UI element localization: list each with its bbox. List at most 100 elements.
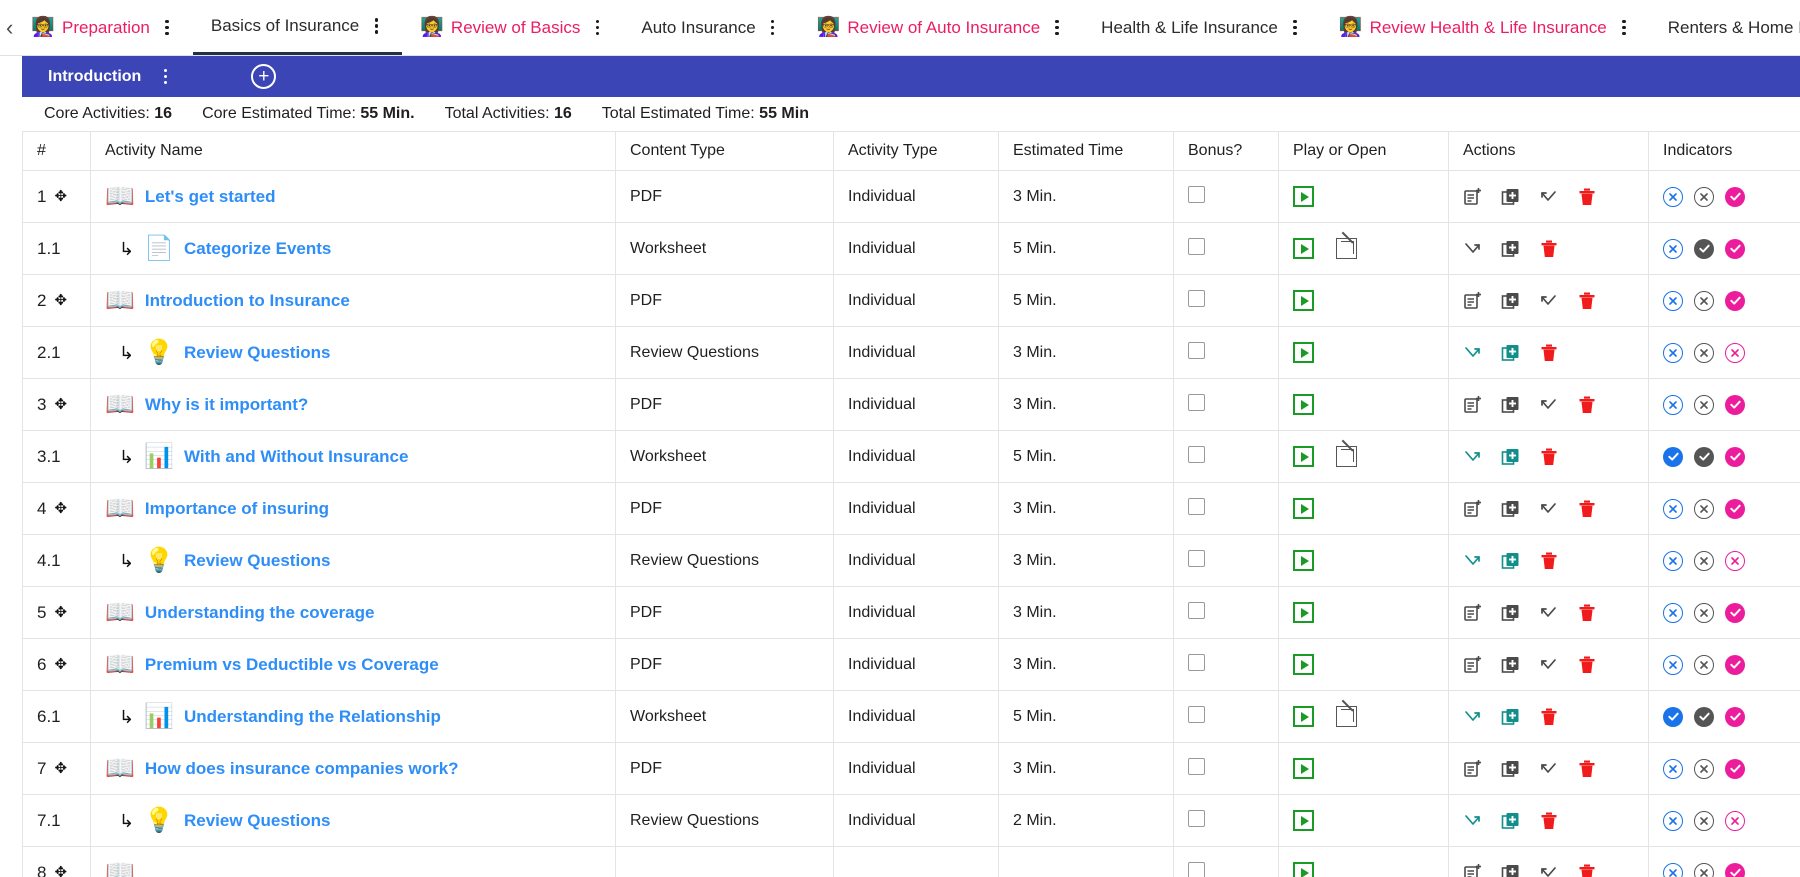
outdent-arrow-icon[interactable] — [1463, 239, 1483, 259]
course-tab-health-life-insurance[interactable]: Health & Life Insurance — [1083, 0, 1321, 55]
open-external-button[interactable] — [1336, 238, 1357, 259]
activity-name-link[interactable]: Introduction to Insurance — [145, 291, 350, 311]
indicator-x-gray[interactable] — [1694, 186, 1714, 207]
play-button[interactable] — [1293, 810, 1314, 831]
drag-handle-icon[interactable]: ✥ — [54, 189, 67, 204]
section-tab-menu-icon[interactable] — [157, 66, 173, 88]
indicator-check-pink[interactable] — [1725, 186, 1745, 207]
delete-icon[interactable] — [1577, 603, 1597, 623]
indicator-check-gray[interactable] — [1694, 706, 1714, 727]
indicator-x-gray[interactable] — [1694, 498, 1714, 519]
bonus-checkbox[interactable] — [1188, 601, 1205, 619]
indicator-x-blue[interactable] — [1663, 550, 1683, 571]
bonus-checkbox[interactable] — [1188, 393, 1205, 411]
bonus-checkbox[interactable] — [1188, 809, 1205, 827]
course-tab-menu-icon[interactable] — [159, 17, 175, 39]
duplicate-icon[interactable] — [1501, 811, 1521, 831]
course-tab-menu-icon[interactable] — [1049, 17, 1065, 39]
indicator-x-gray[interactable] — [1694, 394, 1714, 415]
bonus-checkbox[interactable] — [1188, 549, 1205, 567]
drag-handle-icon[interactable]: ✥ — [54, 397, 67, 412]
delete-icon[interactable] — [1577, 863, 1597, 877]
activity-name-link[interactable]: With and Without Insurance — [184, 447, 408, 467]
indent-arrow-icon[interactable] — [1539, 655, 1559, 675]
indent-arrow-icon[interactable] — [1539, 603, 1559, 623]
duplicate-icon[interactable] — [1501, 551, 1521, 571]
course-tab-review-of-basics[interactable]: 👩‍🏫 Review of Basics — [402, 0, 623, 55]
indicator-x-gray[interactable] — [1694, 290, 1714, 311]
indent-arrow-icon[interactable] — [1539, 395, 1559, 415]
activity-name-link[interactable]: Importance of insuring — [145, 499, 329, 519]
indicator-x-blue[interactable] — [1663, 342, 1683, 363]
indicator-x-gray[interactable] — [1694, 342, 1714, 363]
indicator-x-blue[interactable] — [1663, 290, 1683, 311]
add-note-icon[interactable] — [1463, 187, 1483, 207]
outdent-arrow-icon[interactable] — [1463, 707, 1483, 727]
delete-icon[interactable] — [1539, 239, 1559, 259]
drag-handle-icon[interactable]: ✥ — [54, 657, 67, 672]
course-tab-menu-icon[interactable] — [368, 15, 384, 37]
indicator-x-gray[interactable] — [1694, 602, 1714, 623]
play-button[interactable] — [1293, 186, 1314, 207]
indicator-x-gray[interactable] — [1694, 654, 1714, 675]
play-button[interactable] — [1293, 394, 1314, 415]
add-note-icon[interactable] — [1463, 499, 1483, 519]
delete-icon[interactable] — [1539, 447, 1559, 467]
activity-name-link[interactable]: How does insurance companies work? — [145, 759, 459, 779]
delete-icon[interactable] — [1539, 343, 1559, 363]
course-tab-menu-icon[interactable] — [765, 17, 781, 39]
activity-name-link[interactable]: Categorize Events — [184, 239, 331, 259]
activity-name-link[interactable]: Review Questions — [184, 551, 330, 571]
indicator-x-gray[interactable] — [1694, 550, 1714, 571]
indicator-check-pink[interactable] — [1725, 602, 1745, 623]
duplicate-icon[interactable] — [1501, 863, 1521, 877]
indicator-x-blue[interactable] — [1663, 862, 1683, 877]
play-button[interactable] — [1293, 706, 1314, 727]
duplicate-icon[interactable] — [1501, 603, 1521, 623]
open-external-button[interactable] — [1336, 706, 1357, 727]
delete-icon[interactable] — [1577, 655, 1597, 675]
delete-icon[interactable] — [1577, 291, 1597, 311]
drag-handle-icon[interactable]: ✥ — [54, 865, 67, 877]
add-note-icon[interactable] — [1463, 759, 1483, 779]
indent-arrow-icon[interactable] — [1539, 863, 1559, 877]
indicator-x-blue[interactable] — [1663, 186, 1683, 207]
indicator-x-blue[interactable] — [1663, 394, 1683, 415]
play-button[interactable] — [1293, 498, 1314, 519]
add-note-icon[interactable] — [1463, 655, 1483, 675]
course-tab-menu-icon[interactable] — [1616, 17, 1632, 39]
delete-icon[interactable] — [1539, 811, 1559, 831]
delete-icon[interactable] — [1577, 395, 1597, 415]
activity-name-link[interactable]: Premium vs Deductible vs Coverage — [145, 655, 439, 675]
duplicate-icon[interactable] — [1501, 499, 1521, 519]
open-external-button[interactable] — [1336, 446, 1357, 467]
delete-icon[interactable] — [1539, 551, 1559, 571]
indicator-check-gray[interactable] — [1694, 238, 1714, 259]
indicator-check-pink[interactable] — [1725, 498, 1745, 519]
indicator-check-pink[interactable] — [1725, 758, 1745, 779]
duplicate-icon[interactable] — [1501, 343, 1521, 363]
duplicate-icon[interactable] — [1501, 655, 1521, 675]
add-note-icon[interactable] — [1463, 863, 1483, 877]
bonus-checkbox[interactable] — [1188, 445, 1205, 463]
indent-arrow-icon[interactable] — [1539, 759, 1559, 779]
activity-name-link[interactable]: Understanding the Relationship — [184, 707, 441, 727]
indicator-x-blue[interactable] — [1663, 498, 1683, 519]
duplicate-icon[interactable] — [1501, 239, 1521, 259]
course-tab-review-health-life-insurance[interactable]: 👩‍🏫 Review Health & Life Insurance — [1321, 0, 1650, 55]
indicator-x-gray[interactable] — [1694, 810, 1714, 831]
play-button[interactable] — [1293, 862, 1314, 877]
outdent-arrow-icon[interactable] — [1463, 811, 1483, 831]
indicator-check-pink[interactable] — [1725, 654, 1745, 675]
add-note-icon[interactable] — [1463, 291, 1483, 311]
activity-name-link[interactable]: Let's get started — [145, 187, 276, 207]
add-note-icon[interactable] — [1463, 395, 1483, 415]
indicator-check-pink[interactable] — [1725, 446, 1745, 467]
duplicate-icon[interactable] — [1501, 707, 1521, 727]
activity-name-link[interactable]: Why is it important? — [145, 395, 308, 415]
course-tab-preparation[interactable]: 👩‍🏫 Preparation — [13, 0, 193, 55]
duplicate-icon[interactable] — [1501, 291, 1521, 311]
bonus-checkbox[interactable] — [1188, 757, 1205, 775]
play-button[interactable] — [1293, 342, 1314, 363]
play-button[interactable] — [1293, 758, 1314, 779]
